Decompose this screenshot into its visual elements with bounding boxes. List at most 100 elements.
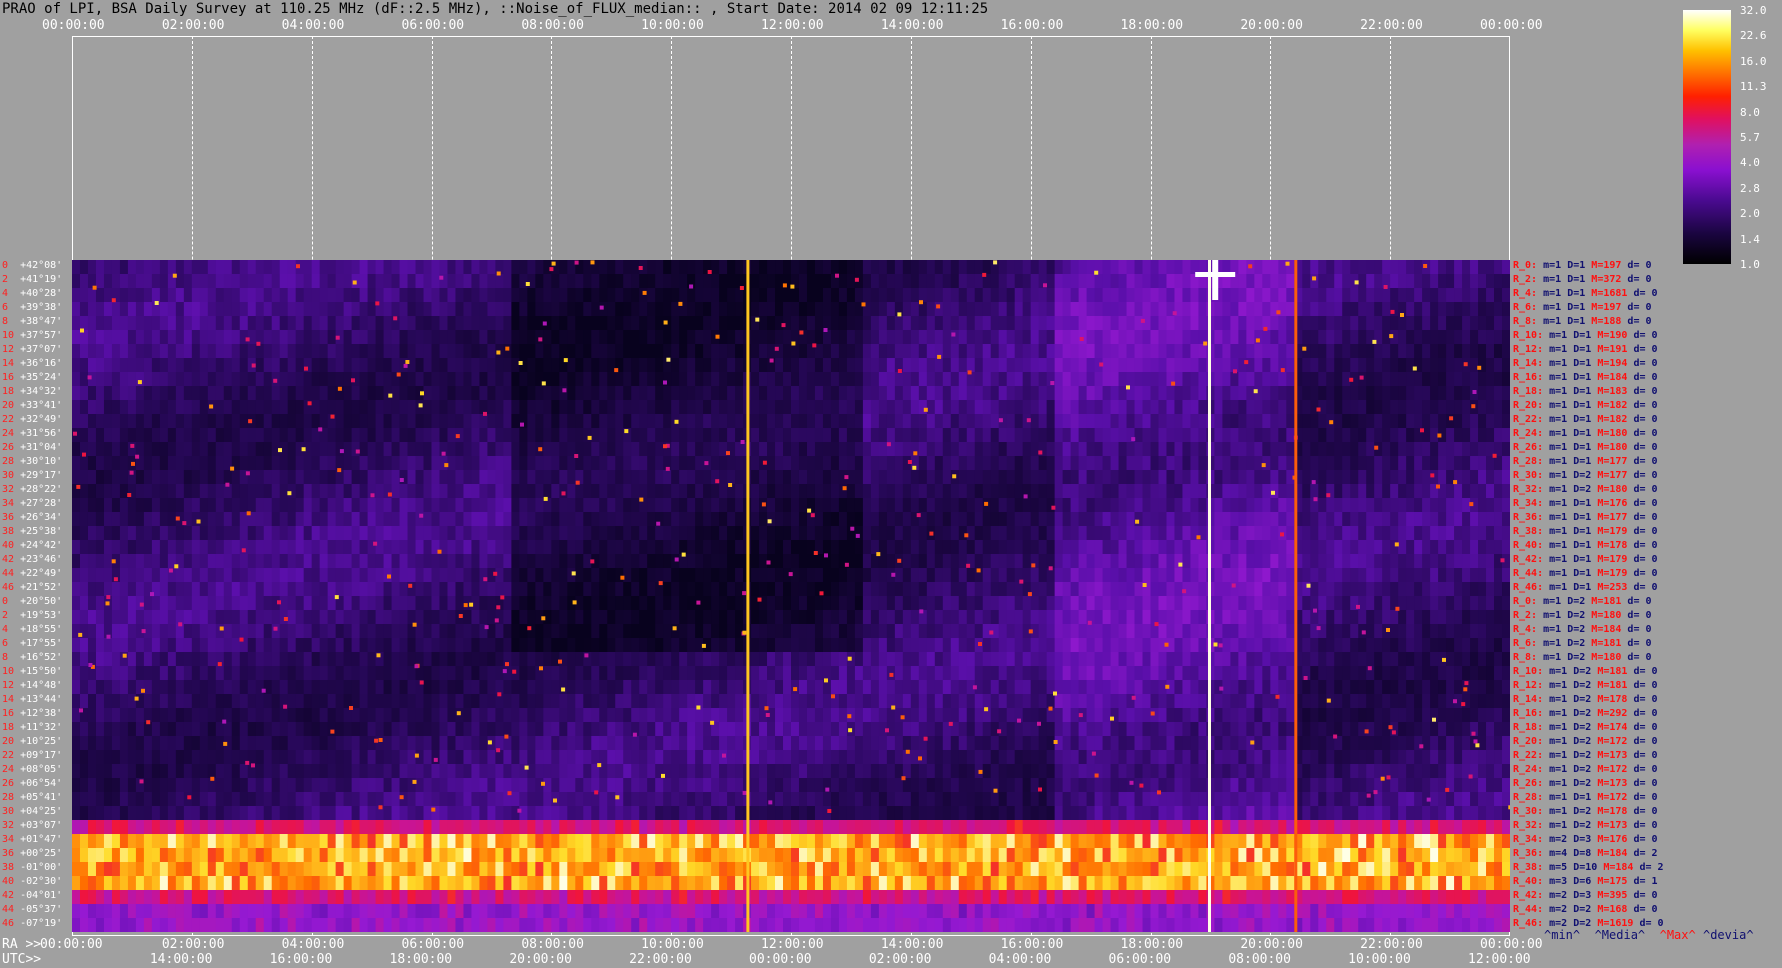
heat-cell [806,624,816,639]
heat-cell [791,484,800,499]
heat-cell [215,344,225,359]
heat-cell [974,344,984,359]
heat-cell [1478,260,1487,275]
heat-cell [319,568,329,583]
heat-cell [191,526,201,541]
heat-cell [1222,470,1231,485]
heat-cell [591,372,600,387]
heat-cell [279,428,289,443]
heat-cell [1078,554,1088,569]
heat-cell [1366,372,1375,387]
heat-cell [1454,344,1463,359]
heat-cell [271,526,281,541]
heat-cell [79,610,89,625]
heat-cell [1310,554,1319,569]
heat-cell [423,498,433,513]
heat-cell [1422,610,1431,625]
heat-cell [1014,358,1024,373]
heat-cell [1454,330,1463,345]
heat-cell [607,400,616,415]
heat-cell [399,484,409,499]
heat-cell [167,316,177,331]
heat-cell [1246,330,1255,345]
heat-cell [391,442,401,457]
heat-cell [535,414,544,429]
heat-cell [503,512,512,527]
heat-cell [759,638,768,653]
heat-cell [751,414,760,429]
heat-cell [1118,596,1128,611]
heat-cell [1014,582,1024,597]
heat-cell [279,624,289,639]
heat-cell [631,568,640,583]
heat-cell [870,274,880,289]
heat-cell [775,302,784,317]
heat-cell [407,442,417,457]
heat-cell [1198,470,1208,485]
heat-cell [1070,260,1080,275]
heat-cell [727,274,736,289]
heat-cell [950,456,960,471]
heat-cell [519,582,528,597]
heat-cell [343,540,353,555]
heat-cell [1462,624,1471,639]
heat-cell [719,260,728,275]
heat-cell [375,344,385,359]
heat-cell [727,358,736,373]
heat-cell [950,554,960,569]
heat-cell [287,400,297,415]
heat-cell [479,260,489,275]
heat-cell [655,330,664,345]
heat-cell [1358,344,1367,359]
heat-cell [1158,288,1168,303]
heat-cell [998,470,1008,485]
heat-cell [1182,358,1192,373]
heat-cell [1374,498,1383,513]
heat-cell [367,344,377,359]
heat-cell [1166,316,1176,331]
heat-cell [1390,610,1399,625]
heat-cell [463,568,473,583]
heat-cell [846,540,856,555]
heat-cell [1438,526,1447,541]
heat-cell [591,456,600,471]
heat-cell [583,442,592,457]
heat-cell [958,610,968,625]
heat-cell [1334,414,1343,429]
heat-cell [1286,582,1295,597]
heat-cell [1174,484,1184,499]
heat-cell [1398,484,1407,499]
heat-cell [1302,344,1311,359]
heat-cell [862,568,872,583]
heat-cell [910,386,920,401]
heat-cell [255,568,265,583]
heat-cell [966,260,976,275]
heat-cell [647,512,656,527]
heat-cell [503,330,512,345]
heat-cell [663,484,672,499]
heat-cell [966,498,976,513]
heat-cell [1494,484,1503,499]
heat-cell [1470,302,1479,317]
heat-cell [487,498,497,513]
heat-cell [783,610,792,625]
heat-cell [167,442,177,457]
heat-cell [191,470,201,485]
heat-cell [543,582,552,597]
heat-cell [215,428,225,443]
heat-cell [143,400,153,415]
heat-cell [495,456,504,471]
heat-cell [870,512,880,527]
heat-cell [926,344,936,359]
heat-cell [1158,582,1168,597]
heat-cell [487,540,497,555]
heat-cell [247,624,257,639]
heat-cell [767,526,776,541]
heat-cell [1454,526,1463,541]
heat-cell [1070,624,1080,639]
heat-cell [990,442,1000,457]
heat-cell [191,540,201,555]
heat-cell [926,484,936,499]
heat-cell [319,596,329,611]
heat-cell [1502,512,1510,527]
